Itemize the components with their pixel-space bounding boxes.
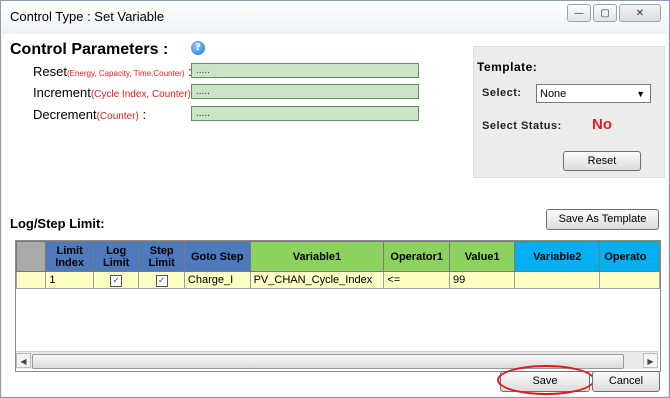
variable2-cell[interactable] [514, 271, 601, 289]
increment-field[interactable]: ..... [191, 84, 419, 99]
log-limit-checkbox[interactable]: ✓ [110, 274, 123, 287]
template-select[interactable]: None ▼ [536, 84, 651, 103]
save-button[interactable]: Save [500, 371, 590, 392]
chevron-down-icon: ▼ [636, 89, 645, 99]
reset-label: Reset(Energy, Capacity, Time,Counter) : [33, 64, 192, 79]
column-header-operator1[interactable]: Operator1 [383, 241, 451, 272]
reset-label-text: Reset [33, 64, 67, 79]
decrement-label: Decrement(Counter) : [33, 107, 146, 122]
row-selector[interactable] [16, 271, 47, 289]
increment-hint: (Cycle Index, Counter) [90, 89, 191, 100]
column-header-log-limit[interactable]: Log Limit [92, 241, 140, 272]
increment-label: Increment(Cycle Index, Counter) : [33, 85, 198, 100]
set-variable-dialog: Control Type : Set Variable — ▢ ✕ Contro… [0, 0, 670, 398]
scroll-left-icon[interactable]: ◀ [16, 353, 31, 368]
column-header-operator2[interactable]: Operato [599, 241, 660, 272]
select-status-value: No [592, 116, 612, 133]
scroll-right-icon[interactable]: ▶ [643, 353, 658, 368]
template-panel: Template: Select: None ▼ Select Status: … [473, 46, 665, 178]
minimize-icon[interactable]: — [567, 4, 591, 22]
goto-step-cell[interactable]: Charge_I [183, 271, 251, 289]
column-header-step-limit[interactable]: Step Limit [138, 241, 185, 272]
decrement-value: ..... [196, 108, 210, 119]
variable1-cell[interactable]: PV_CHAN_Cycle_Index [249, 271, 385, 289]
reset-hint: (Energy, Capacity, Time,Counter) [66, 69, 185, 78]
limit-table: Limit Index Log Limit Step Limit Goto St… [16, 241, 660, 289]
template-select-label: Select: [482, 87, 522, 99]
column-header-goto-step[interactable]: Goto Step [183, 241, 251, 272]
value1-cell[interactable]: 99 [449, 271, 516, 289]
limit-index-cell[interactable]: 1 [45, 271, 94, 289]
window-title: Control Type : Set Variable [10, 9, 165, 24]
table-row[interactable]: 1 ✓ ✓ Charge_I PV_CHAN_Cycle_Index <= 99 [16, 271, 660, 289]
close-icon[interactable]: ✕ [619, 4, 661, 22]
column-header-value1[interactable]: Value1 [449, 241, 516, 272]
log-step-limit-title: Log/Step Limit: [10, 216, 105, 231]
select-status-label: Select Status: [482, 120, 562, 132]
control-parameters-title: Control Parameters : [10, 41, 169, 58]
dialog-content: Control Parameters : ? Reset(Energy, Cap… [2, 34, 668, 396]
step-limit-checkbox[interactable]: ✓ [155, 274, 168, 287]
increment-label-text: Increment [33, 85, 91, 100]
save-as-template-button[interactable]: Save As Template [546, 209, 659, 230]
maximize-icon[interactable]: ▢ [593, 4, 617, 22]
row-selector-header [16, 241, 47, 272]
help-icon[interactable]: ? [191, 41, 205, 55]
operator1-cell[interactable]: <= [383, 271, 451, 289]
column-header-variable1[interactable]: Variable1 [249, 241, 385, 272]
reset-button[interactable]: Reset [563, 151, 641, 171]
title-bar: Control Type : Set Variable — ▢ ✕ [1, 1, 669, 33]
decrement-select[interactable]: ..... ▼ [191, 106, 615, 121]
cancel-button[interactable]: Cancel [592, 371, 660, 392]
scrollbar-thumb[interactable] [32, 354, 624, 369]
decrement-hint: (Counter) [96, 111, 139, 122]
operator2-cell[interactable] [599, 271, 660, 289]
step-limit-cell[interactable]: ✓ [138, 271, 185, 289]
decrement-colon: : [142, 107, 147, 122]
horizontal-scrollbar[interactable]: ◀ ▶ [16, 351, 658, 369]
template-title: Template: [477, 60, 538, 74]
log-limit-cell[interactable]: ✓ [92, 271, 140, 289]
decrement-label-text: Decrement [33, 107, 97, 122]
table-header-row: Limit Index Log Limit Step Limit Goto St… [16, 241, 660, 272]
template-select-value: None [540, 88, 567, 100]
window-controls: — ▢ ✕ [565, 4, 661, 22]
column-header-limit-index[interactable]: Limit Index [45, 241, 94, 272]
column-header-variable2[interactable]: Variable2 [514, 241, 601, 272]
reset-field[interactable]: ..... [191, 63, 419, 78]
